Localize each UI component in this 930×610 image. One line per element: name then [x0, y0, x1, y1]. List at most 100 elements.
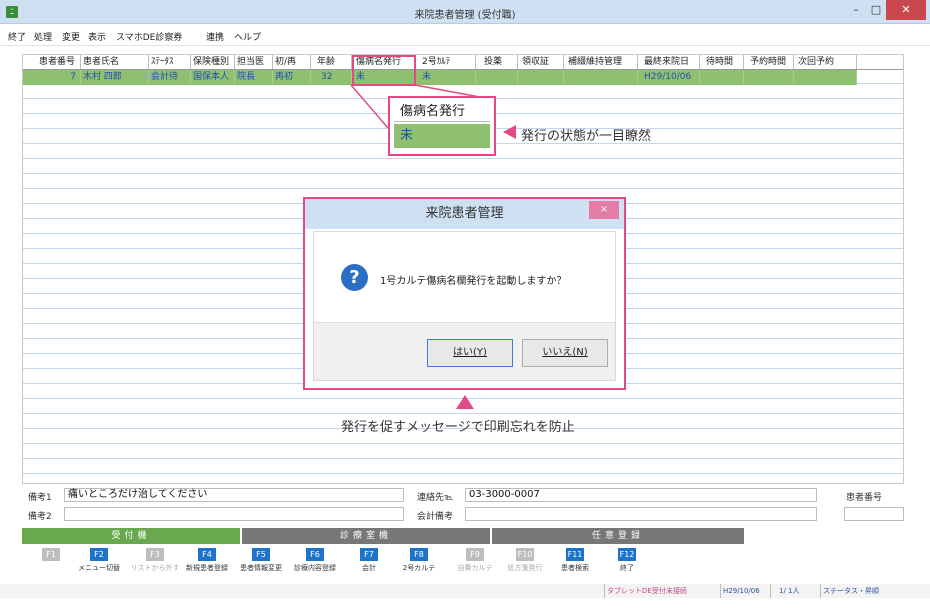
zoom-header: 傷病名発行	[394, 102, 490, 122]
pointer-arrow-up	[456, 395, 474, 409]
col-patient-no[interactable]: 患者番号	[23, 55, 81, 69]
maximize-button[interactable]: □	[866, 0, 886, 20]
fkey-label: リストから外す	[130, 564, 180, 572]
tab-reception[interactable]: 受付機	[22, 528, 240, 544]
fkey-f12[interactable]: F12 終了	[598, 548, 656, 582]
cell-receipt	[518, 70, 564, 84]
menu-help[interactable]: ヘルプ	[234, 30, 261, 43]
mode-tabs: 受付機 診療室機 任意登録	[22, 528, 904, 544]
table-row[interactable]: 7 木村 四郎 会計待 国保本人 院長 再初 32 未 未 H29/10/06	[23, 70, 857, 85]
fkey-badge: F4	[198, 548, 216, 561]
fkey-badge: F10	[516, 548, 534, 561]
memo-panel: 備考1 痛いところだけ治してください 備考2 連絡先℡ 03-3000-0007…	[0, 484, 930, 532]
account-memo-field[interactable]	[465, 507, 817, 521]
fkey-f11[interactable]: F11 患者検索	[546, 548, 604, 582]
dialog-body: ? 1号カルテ傷病名欄発行を起動しますか？ はい(Y) いいえ(N)	[313, 231, 616, 381]
contact-field[interactable]: 03-3000-0007	[465, 488, 817, 502]
fkey-label: 2号カルテ	[402, 564, 436, 572]
cell-next-appointment	[794, 70, 857, 84]
menu-view[interactable]: 表示	[88, 30, 106, 43]
fkey-badge: F12	[618, 548, 636, 561]
col-receipt[interactable]: 領収証	[518, 55, 564, 69]
fkey-badge: F2	[90, 548, 108, 561]
menu-process[interactable]: 処理	[34, 30, 52, 43]
col-maintenance[interactable]: 補綴維持管理	[564, 55, 638, 69]
fkey-f3[interactable]: F3 リストから外す	[126, 548, 184, 582]
tab-treatment-room[interactable]: 診療室機	[242, 528, 490, 544]
cell-status: 会計待	[149, 70, 191, 84]
fkey-f2[interactable]: F2 メニュー切替	[70, 548, 128, 582]
col-wait-time[interactable]: 待時間	[700, 55, 744, 69]
cell-last-visit: H29/10/06	[638, 70, 700, 84]
fkey-label: 患者検索	[561, 564, 589, 572]
menu-smartphone[interactable]: スマホDE診察券	[116, 30, 182, 43]
fkey-badge: F5	[252, 548, 270, 561]
pointer-arrow-left	[503, 125, 516, 139]
memo2-field[interactable]	[64, 507, 404, 521]
col-doctor[interactable]: 担当医	[235, 55, 273, 69]
cell-maintenance	[564, 70, 638, 84]
fkey-label: 診療内容登録	[294, 564, 336, 572]
cell-insurance: 国保本人	[191, 70, 235, 84]
title-bar: ﾆ 来院患者管理 (受付職) – □ ✕	[0, 0, 930, 24]
zoom-value: 未	[394, 124, 490, 148]
tab-optional-registration[interactable]: 任意登録	[492, 528, 744, 544]
no-button[interactable]: いいえ(N)	[522, 339, 608, 367]
cell-visit-type: 再初	[273, 70, 311, 84]
minimize-button[interactable]: –	[846, 0, 866, 20]
menu-link[interactable]: 連携	[206, 30, 224, 43]
question-icon: ?	[341, 264, 368, 291]
window-title: 来院患者管理 (受付職)	[414, 10, 516, 21]
fkey-label: 終了	[620, 564, 634, 572]
fkey-badge: F9	[466, 548, 484, 561]
annotation-reminder: 発行を促すメッセージで印刷忘れを防止	[341, 420, 575, 435]
col-visit-type[interactable]: 初/再	[273, 55, 311, 69]
column-highlight	[352, 55, 416, 86]
fkey-badge: F11	[566, 548, 584, 561]
yes-button[interactable]: はい(Y)	[427, 339, 513, 367]
col-insurance[interactable]: 保険種別	[191, 55, 235, 69]
status-count: 1/ 1人	[770, 584, 820, 598]
fkey-badge: F8	[410, 548, 428, 561]
status-date: H29/10/06	[720, 584, 770, 598]
status-sort: ステータス・昇順	[820, 584, 900, 598]
patient-no-field[interactable]	[844, 507, 904, 521]
col-age[interactable]: 年齢	[311, 55, 352, 69]
menu-edit[interactable]: 変更	[62, 30, 80, 43]
fkey-f4[interactable]: F4 新規患者登録	[178, 548, 236, 582]
memo1-field[interactable]: 痛いところだけ治してください	[64, 488, 404, 502]
dialog-footer: はい(Y) いいえ(N)	[314, 322, 615, 380]
cell-chart-2: 未	[416, 70, 476, 84]
status-tablet: タブレットDE受付未接続	[604, 584, 720, 598]
cell-doctor: 院長	[235, 70, 273, 84]
col-status[interactable]: ｽﾃｰﾀｽ	[149, 55, 191, 69]
function-key-bar: F1 F2 メニュー切替 F3 リストから外す F4 新規患者登録 F5 患者情報変更 F6 診療内…	[22, 548, 904, 582]
menu-exit[interactable]: 終了	[8, 30, 26, 43]
grid-row-line	[23, 160, 903, 174]
col-appointment-time[interactable]: 予約時間	[744, 55, 794, 69]
dialog-close-button[interactable]: ×	[589, 201, 619, 219]
grid-row-line	[23, 445, 903, 459]
close-button[interactable]: ✕	[886, 0, 926, 20]
col-medication[interactable]: 投薬	[476, 55, 518, 69]
dialog-title: 来院患者管理	[305, 199, 624, 229]
fkey-f5[interactable]: F5 患者情報変更	[232, 548, 290, 582]
col-last-visit[interactable]: 最終来院日	[638, 55, 700, 69]
fkey-f8[interactable]: F8 2号カルテ	[390, 548, 448, 582]
grid-row-line	[23, 475, 903, 483]
col-next-appointment[interactable]: 次回予約	[794, 55, 857, 69]
memo2-label: 備考2	[28, 512, 52, 522]
fkey-label: 新規患者登録	[186, 564, 228, 572]
memo1-label: 備考1	[28, 493, 52, 503]
fkey-badge: F7	[360, 548, 378, 561]
cell-medication	[476, 70, 518, 84]
col-patient-name[interactable]: 患者氏名	[81, 55, 149, 69]
col-chart-2[interactable]: 2号ｶﾙﾃ	[416, 55, 476, 69]
fkey-f6[interactable]: F6 診療内容登録	[286, 548, 344, 582]
confirm-dialog: 来院患者管理 × ? 1号カルテ傷病名欄発行を起動しますか？ はい(Y) いいえ…	[303, 197, 626, 390]
grid-row-line	[23, 460, 903, 474]
cell-wait-time	[700, 70, 744, 84]
fkey-label: メニュー切替	[78, 564, 120, 572]
zoom-callout: 傷病名発行 未	[388, 96, 496, 156]
fkey-badge: F1	[42, 548, 60, 561]
